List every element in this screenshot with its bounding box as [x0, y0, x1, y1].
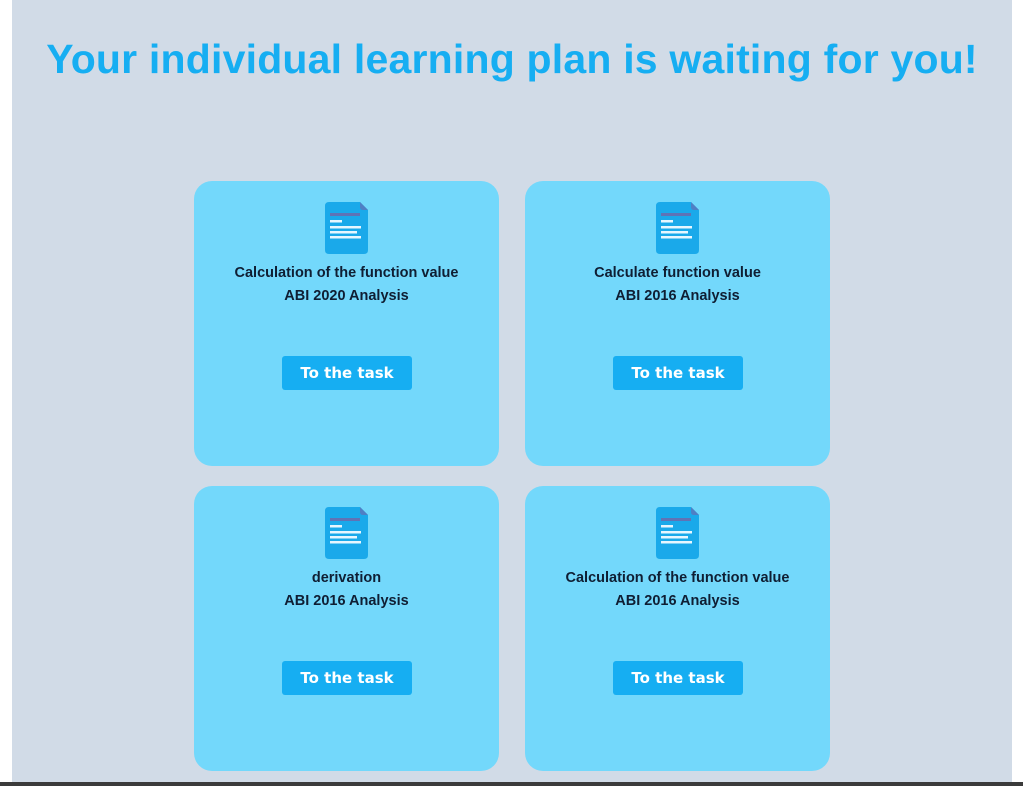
to-the-task-button[interactable]: To the task	[282, 356, 412, 390]
document-icon	[325, 202, 368, 254]
document-icon	[656, 507, 699, 559]
card-subtitle: ABI 2016 Analysis	[615, 288, 740, 304]
card-subtitle: ABI 2016 Analysis	[615, 593, 740, 609]
to-the-task-button[interactable]: To the task	[613, 356, 743, 390]
card-subtitle: ABI 2016 Analysis	[284, 593, 409, 609]
card-subtitle: ABI 2020 Analysis	[284, 288, 409, 304]
card-title: Calculation of the function value	[565, 570, 790, 586]
task-card: Calculation of the function value ABI 20…	[194, 181, 499, 466]
card-title: derivation	[311, 570, 382, 586]
document-icon	[656, 202, 699, 254]
page-title: Your individual learning plan is waiting…	[46, 36, 978, 82]
to-the-task-button[interactable]: To the task	[282, 661, 412, 695]
window-bottom-edge	[0, 782, 1023, 786]
task-card: Calculation of the function value ABI 20…	[525, 486, 830, 771]
card-title: Calculate function value	[594, 265, 761, 281]
task-card: derivation ABI 2016 Analysis To the task	[194, 486, 499, 771]
to-the-task-button[interactable]: To the task	[613, 661, 743, 695]
card-title: Calculation of the function value	[234, 265, 459, 281]
document-icon	[325, 507, 368, 559]
page-content: Your individual learning plan is waiting…	[12, 0, 1012, 782]
task-card: Calculate function value ABI 2016 Analys…	[525, 181, 830, 466]
